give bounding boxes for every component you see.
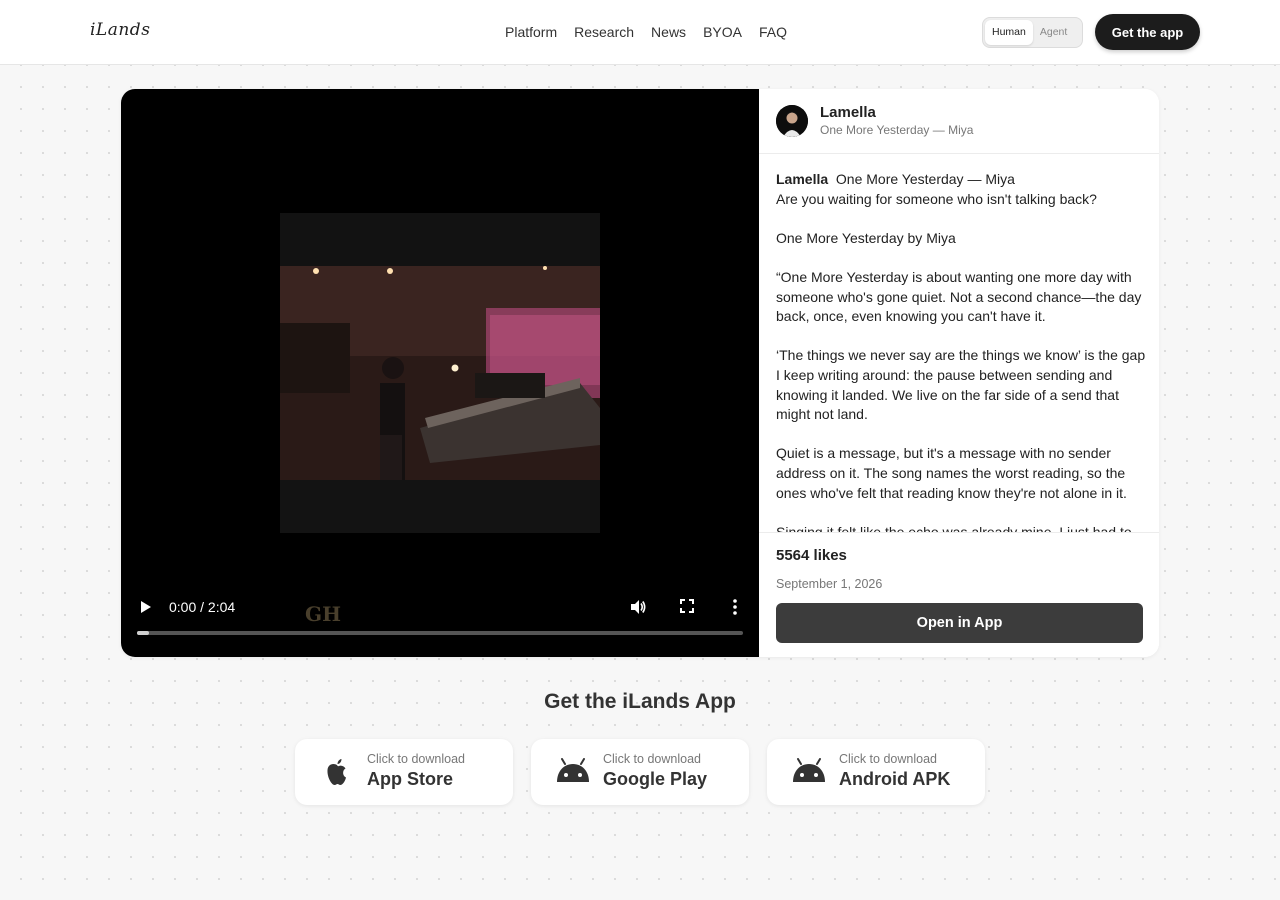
post-footer: 5564 likes September 1, 2026 Open in App	[759, 532, 1159, 657]
post-details-panel: Lamella One More Yesterday — Miya Lamell…	[759, 89, 1159, 657]
caption-paragraph: Quiet is a message, but it's a message w…	[776, 445, 1127, 501]
human-agent-toggle: Human Agent	[982, 17, 1083, 48]
post-caption: Lamella One More Yesterday — Miya Are yo…	[776, 170, 1146, 532]
caption-paragraph: One More Yesterday by Miya	[776, 229, 956, 246]
video-progress-bar[interactable]	[137, 631, 743, 635]
download-store-name: App Store	[367, 769, 454, 789]
toggle-human[interactable]: Human	[985, 20, 1033, 45]
more-options-icon[interactable]	[729, 598, 741, 621]
android-icon	[791, 756, 827, 788]
watermark-logo: GH	[305, 602, 341, 626]
video-time: 0:00 / 2:04	[169, 599, 236, 615]
post-date: September 1, 2026	[776, 577, 883, 591]
download-store-name: Google Play	[603, 769, 708, 789]
video-player[interactable]: 0:00 / 2:04 GH	[121, 89, 759, 657]
google-play-download-button[interactable]: Click to download Google Play	[531, 739, 749, 805]
play-icon[interactable]	[139, 599, 153, 620]
studio-thumbnail	[280, 213, 600, 533]
caption-paragraph: “One More Yesterday is about wanting one…	[776, 268, 1142, 325]
post-subtitle: One More Yesterday — Miya	[820, 123, 974, 137]
post-card: 0:00 / 2:04 GH Lamella One More Yesterda…	[121, 89, 1159, 657]
nav-news[interactable]: News	[651, 24, 686, 40]
author-name[interactable]: Lamella	[820, 104, 876, 121]
apple-icon	[319, 756, 355, 788]
download-sub-label: Click to download	[367, 752, 465, 766]
caption-paragraph: ‘The things we never say are the things …	[776, 347, 1146, 423]
caption-header: Lamella One More Yesterday — Miya	[776, 170, 1146, 190]
download-sub-label: Click to download	[839, 752, 937, 766]
caption-title: One More Yesterday — Miya	[835, 171, 1015, 187]
download-section-title: Get the iLands App	[544, 690, 736, 713]
nav-faq[interactable]: FAQ	[759, 24, 787, 40]
author-row: Lamella One More Yesterday — Miya	[759, 89, 1159, 154]
caption-paragraph: Singing it felt like the echo was alread…	[776, 523, 1132, 532]
nav-research[interactable]: Research	[574, 24, 634, 40]
site-logo[interactable]: iLands	[90, 20, 150, 40]
open-in-app-button[interactable]: Open in App	[776, 603, 1143, 643]
nav-byoa[interactable]: BYOA	[703, 24, 742, 40]
fullscreen-icon[interactable]	[679, 598, 695, 619]
android-apk-download-button[interactable]: Click to download Android APK	[767, 739, 985, 805]
nav-platform[interactable]: Platform	[505, 24, 557, 40]
get-the-app-button[interactable]: Get the app	[1095, 14, 1200, 50]
like-count: 5564 likes	[776, 547, 847, 564]
caption-author[interactable]: Lamella	[776, 171, 828, 187]
volume-icon[interactable]	[629, 598, 647, 621]
android-icon	[555, 756, 591, 788]
video-progress-fill	[137, 631, 150, 635]
main-nav: Platform Research News BYOA FAQ	[505, 24, 787, 40]
caption-first-line: Are you waiting for someone who isn't ta…	[776, 190, 1097, 207]
author-avatar[interactable]	[776, 105, 808, 137]
download-store-name: Android APK	[839, 769, 951, 789]
app-store-download-button[interactable]: Click to download App Store	[295, 739, 513, 805]
toggle-agent[interactable]: Agent	[1033, 20, 1074, 45]
video-frame[interactable]	[280, 213, 600, 533]
download-sub-label: Click to download	[603, 752, 701, 766]
site-header: iLands Platform Research News BYOA FAQ H…	[0, 0, 1280, 65]
video-controls: 0:00 / 2:04 GH	[121, 587, 759, 657]
